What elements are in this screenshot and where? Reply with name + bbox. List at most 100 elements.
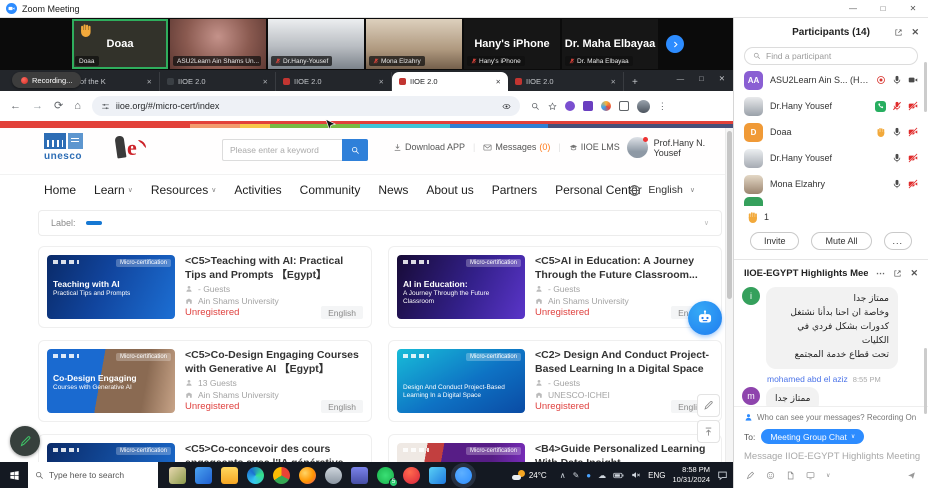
bookmark-star-icon[interactable] (548, 102, 557, 111)
course-card[interactable]: Micro-certification <B4>Guide Personaliz… (388, 434, 722, 462)
participants-scrollbar[interactable] (924, 62, 927, 112)
nav-item[interactable]: Resources∨ (151, 183, 216, 197)
maximize-button[interactable]: □ (868, 0, 898, 18)
browser-maximize-button[interactable]: □ (699, 74, 704, 83)
taskbar-app-icon[interactable] (455, 467, 472, 484)
chatbot-button[interactable] (688, 301, 722, 335)
taskbar-app-icon[interactable] (169, 467, 186, 484)
camera-off-icon[interactable] (908, 127, 918, 137)
tab-close-icon[interactable]: ✕ (147, 78, 152, 86)
nav-item[interactable]: Learn∨ (94, 183, 133, 197)
course-card[interactable]: Micro-certification Co-Design Engaging C… (38, 340, 372, 422)
messages-link[interactable]: Messages(0) (483, 142, 550, 152)
course-title[interactable]: <C2> Design And Conduct Project-Based Le… (535, 349, 713, 375)
filter-expand-icon[interactable]: ∨ (704, 219, 709, 227)
url-text[interactable]: iioe.org/#/micro-cert/index (116, 101, 496, 111)
taskbar-app-icon[interactable] (325, 467, 342, 484)
send-icon[interactable] (907, 471, 916, 480)
video-tile[interactable]: Dr. Maha Elbayaa Dr. Maha Elbayaa (562, 19, 658, 69)
taskbar-app-icon[interactable] (247, 467, 264, 484)
emoji-icon[interactable] (766, 471, 775, 480)
participant-row[interactable]: Dr.Hany Yousef (734, 93, 928, 119)
forward-button[interactable]: → (32, 101, 43, 112)
taskbar-app-icon[interactable] (403, 467, 420, 484)
participant-row[interactable]: Dr.Hany Yousef (734, 145, 928, 171)
video-tile[interactable]: Doaa Doaa (72, 19, 168, 69)
screenshot-icon[interactable] (806, 471, 815, 480)
next-participants-button[interactable] (666, 35, 684, 53)
browser-tab[interactable]: IIOE 2.0 ✕ (392, 72, 508, 91)
site-info-icon[interactable] (101, 102, 110, 111)
iioe-lms-link[interactable]: IIOE LMS (569, 142, 620, 152)
taskbar-app-icon[interactable] (429, 467, 446, 484)
home-button[interactable]: ⌂ (74, 101, 81, 112)
participant-search[interactable]: Find a participant (744, 47, 918, 65)
video-tile[interactable]: Dr.Hany-Yousef (268, 19, 364, 69)
pen-icon[interactable]: ✎ (573, 471, 580, 480)
keyboard-language[interactable]: ENG (648, 471, 665, 480)
video-tile[interactable]: Mona Elzahry (366, 19, 462, 69)
start-button[interactable] (0, 462, 28, 488)
tab-close-icon[interactable]: ✕ (611, 78, 616, 86)
tab-close-icon[interactable]: ✕ (263, 78, 268, 86)
site-search-input[interactable] (222, 139, 342, 161)
chevron-down-icon[interactable]: ∨ (826, 472, 830, 479)
eye-icon[interactable] (502, 102, 511, 111)
taskbar-clock[interactable]: 8:58 PM10/31/2024 (672, 465, 710, 485)
mic-icon[interactable] (892, 179, 902, 189)
back-to-top-button[interactable] (697, 420, 720, 443)
attach-file-icon[interactable] (786, 471, 795, 480)
onedrive-cloud-icon[interactable]: ☁ (598, 471, 606, 480)
chat-scrollbar[interactable] (924, 348, 927, 414)
course-title[interactable]: <B4>Guide Personalized Learning With Dat… (535, 443, 713, 462)
extensions-puzzle-icon[interactable] (619, 101, 629, 111)
recording-indicator[interactable]: Recording... (12, 72, 81, 88)
tab-close-icon[interactable]: ✕ (379, 78, 384, 86)
tab-close-icon[interactable]: ✕ (496, 78, 501, 86)
unesco-logo[interactable]: unesco (44, 133, 108, 162)
app-dot-icon[interactable]: ● (586, 471, 591, 480)
browser-close-button[interactable]: ✕ (719, 74, 725, 83)
camera-icon[interactable] (908, 75, 918, 85)
format-icon[interactable] (746, 471, 755, 480)
extension-icon-1[interactable] (565, 101, 575, 111)
nav-item[interactable]: Partners∨ (492, 183, 537, 197)
participant-row[interactable] (734, 197, 928, 206)
camera-off-icon[interactable] (908, 101, 918, 111)
globe-icon[interactable] (628, 184, 641, 197)
more-options-button[interactable]: ... (884, 232, 913, 250)
annotate-button[interactable] (10, 426, 40, 456)
browser-profile-avatar[interactable] (637, 100, 650, 113)
popout-icon[interactable] (893, 269, 902, 278)
mute-all-button[interactable]: Mute All (811, 232, 871, 250)
mic-icon[interactable] (892, 153, 902, 163)
weather-widget[interactable]: 24°C (512, 470, 547, 480)
browser-tab[interactable]: IIOE 2.0 ✕ (160, 72, 276, 91)
taskbar-app-icon[interactable]: 5 (377, 467, 394, 484)
chat-menu-icon[interactable]: ⋯ (876, 268, 886, 279)
mic-icon[interactable] (892, 75, 902, 85)
course-card[interactable]: Micro-certification Design And Conduct P… (388, 340, 722, 422)
chat-input[interactable]: Message IIOE-EGYPT Highlights Meeting (734, 444, 928, 462)
nav-item[interactable]: About us∨ (426, 183, 473, 197)
browser-menu-icon[interactable]: ⋮ (658, 101, 667, 112)
participant-row[interactable]: D Doaa (734, 119, 928, 145)
action-center-icon[interactable] (717, 470, 728, 481)
filter-chip[interactable] (86, 221, 102, 225)
reload-button[interactable]: ⟳ (54, 101, 63, 112)
taskbar-app-icon[interactable] (351, 467, 368, 484)
course-title[interactable]: <C5>AI in Education: A Journey Through t… (535, 255, 713, 281)
new-tab-button[interactable]: + (632, 77, 638, 91)
course-card[interactable]: Micro-certification AI in Education: A J… (388, 246, 722, 328)
course-card[interactable]: Micro-certification Teaching with AI Pra… (38, 246, 372, 328)
close-button[interactable]: ✕ (898, 0, 928, 18)
page-scrollbar[interactable] (725, 128, 733, 462)
taskbar-app-icon[interactable] (299, 467, 316, 484)
mic-icon[interactable] (892, 127, 902, 137)
browser-minimize-button[interactable]: — (677, 74, 685, 83)
speaker-muted-icon[interactable] (631, 470, 641, 480)
taskbar-app-icon[interactable] (273, 467, 290, 484)
browser-tab[interactable]: IIOE 2.0 ✕ (276, 72, 392, 91)
download-app-link[interactable]: Download APP (393, 142, 465, 152)
camera-off-icon[interactable] (908, 153, 918, 163)
